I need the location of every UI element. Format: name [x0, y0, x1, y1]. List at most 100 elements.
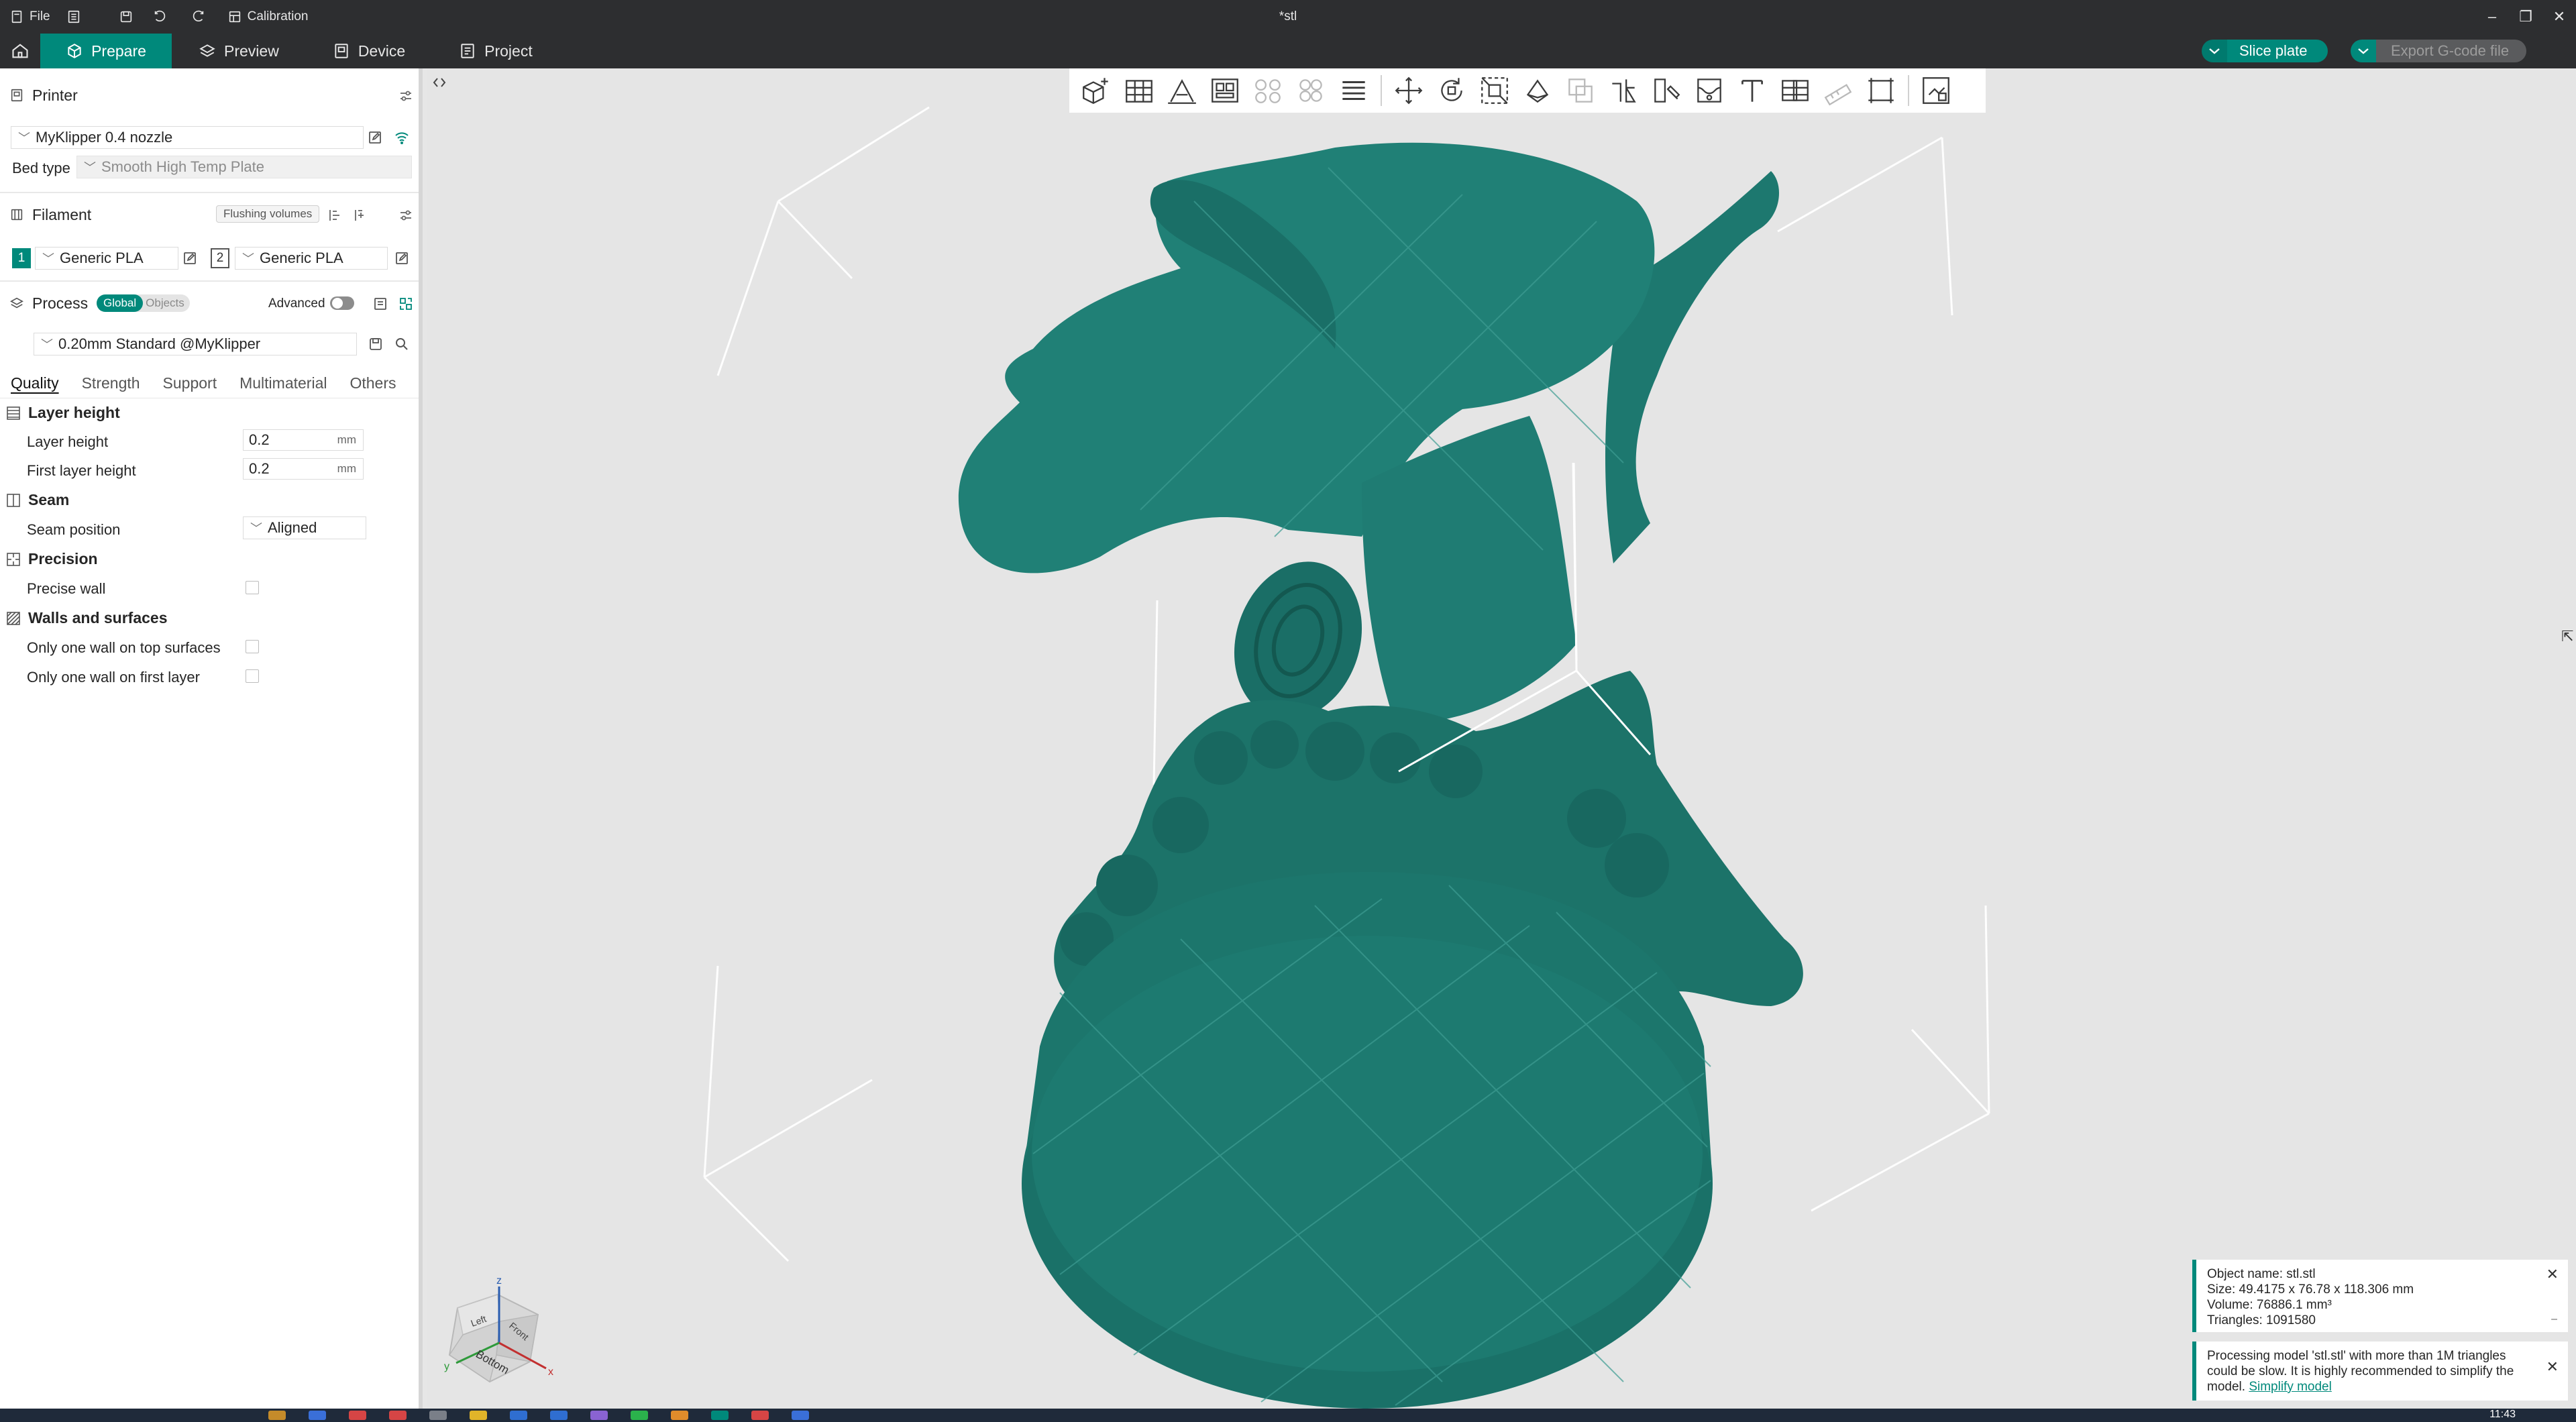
- taskbar-app-icon[interactable]: [268, 1411, 286, 1420]
- redo-button[interactable]: [179, 0, 218, 34]
- bed-type-label: Bed type: [12, 160, 70, 176]
- process-scope-toggle[interactable]: Global Objects: [97, 294, 190, 312]
- taskbar-app-icon[interactable]: [470, 1411, 487, 1420]
- scene[interactable]: [427, 68, 2576, 1409]
- slice-plate-button[interactable]: Slice plate: [2202, 40, 2328, 62]
- filament-2-select[interactable]: ﹀ Generic PLA: [235, 247, 388, 270]
- close-icon[interactable]: ✕: [2546, 1266, 2559, 1282]
- precise-wall-checkbox[interactable]: [246, 581, 259, 594]
- filament-slot-2-badge[interactable]: 2: [211, 248, 229, 268]
- first-layer-wall-checkbox[interactable]: [246, 669, 259, 683]
- rotate-icon[interactable]: [1430, 69, 1473, 112]
- tab-preview[interactable]: Preview: [172, 34, 306, 68]
- filament-slot-1-badge[interactable]: 1: [12, 248, 31, 268]
- global-option[interactable]: Global: [97, 294, 144, 312]
- seam-paint-icon[interactable]: [1688, 69, 1731, 112]
- slice-dropdown-icon[interactable]: [2202, 40, 2227, 62]
- layer-height-input[interactable]: 0.2 mm: [243, 429, 364, 451]
- restore-icon[interactable]: ❐: [2509, 0, 2542, 34]
- edit-printer-icon[interactable]: [365, 127, 385, 148]
- scale-icon[interactable]: [1473, 69, 1516, 112]
- mesh-boolean-icon[interactable]: [1774, 69, 1817, 112]
- menu-button[interactable]: [60, 0, 88, 34]
- measure-icon[interactable]: [1817, 69, 1860, 112]
- tab-device[interactable]: Device: [306, 34, 432, 68]
- auto-orient-icon[interactable]: [1161, 69, 1203, 112]
- assembly-icon[interactable]: [1860, 69, 1902, 112]
- tab-others[interactable]: Others: [338, 374, 407, 392]
- boolean-icon[interactable]: [1559, 69, 1602, 112]
- variable-layer-icon[interactable]: [1332, 69, 1375, 112]
- edit-filament-1-icon[interactable]: [180, 248, 200, 268]
- export-gcode-button[interactable]: Export G-code file: [2351, 40, 2527, 62]
- taskbar-app-icon[interactable]: [711, 1411, 729, 1420]
- taskbar-app-icon[interactable]: [671, 1411, 688, 1420]
- process-settings-icon[interactable]: [396, 294, 416, 314]
- filament-settings-icon[interactable]: [396, 205, 416, 225]
- tab-project[interactable]: Project: [432, 34, 559, 68]
- bed-type-select[interactable]: ﹀ Smooth High Temp Plate: [76, 156, 412, 178]
- filament-1-select[interactable]: ﹀ Generic PLA: [35, 247, 178, 270]
- tab-multimaterial[interactable]: Multimaterial: [228, 374, 338, 392]
- compare-icon[interactable]: [370, 294, 390, 314]
- taskbar-app-icon[interactable]: [751, 1411, 769, 1420]
- cut-icon[interactable]: [1602, 69, 1645, 112]
- undo-button[interactable]: [140, 0, 179, 34]
- remove-filament-icon[interactable]: [325, 205, 345, 225]
- support-paint-icon[interactable]: [1645, 69, 1688, 112]
- objects-option[interactable]: Objects: [143, 294, 190, 312]
- advanced-toggle[interactable]: [330, 296, 354, 310]
- seam-position-select[interactable]: ﹀ Aligned: [243, 516, 366, 539]
- taskbar-app-icon[interactable]: [389, 1411, 407, 1420]
- search-icon[interactable]: [392, 334, 412, 354]
- taskbar-app-icon[interactable]: [550, 1411, 568, 1420]
- file-menu[interactable]: File: [0, 0, 60, 34]
- assemble-view-icon[interactable]: [1915, 69, 1957, 112]
- taskbar-app-icon[interactable]: [510, 1411, 527, 1420]
- collapse-sidebar-icon[interactable]: [429, 72, 449, 93]
- tab-support[interactable]: Support: [152, 374, 229, 392]
- redo-icon: [193, 10, 203, 22]
- taskbar-app-icon[interactable]: [349, 1411, 366, 1420]
- first-layer-height-input[interactable]: 0.2 mm: [243, 458, 364, 480]
- tab-strength[interactable]: Strength: [70, 374, 152, 392]
- add-filament-icon[interactable]: [350, 205, 370, 225]
- close-icon[interactable]: ✕: [2542, 0, 2576, 34]
- close-icon[interactable]: ✕: [2546, 1359, 2559, 1374]
- minimize-icon[interactable]: –: [2551, 1311, 2557, 1327]
- move-icon[interactable]: [1387, 69, 1430, 112]
- minimize-icon[interactable]: –: [2475, 0, 2509, 34]
- taskbar-app-icon[interactable]: [590, 1411, 608, 1420]
- calibration-menu[interactable]: Calibration: [218, 0, 318, 34]
- text-icon[interactable]: [1731, 69, 1774, 112]
- printer-settings-icon[interactable]: [396, 86, 416, 106]
- save-preset-icon[interactable]: [366, 334, 386, 354]
- taskbar-app-icon[interactable]: [792, 1411, 809, 1420]
- flushing-volumes-button[interactable]: Flushing volumes: [216, 205, 320, 223]
- process-preset-select[interactable]: ﹀ 0.20mm Standard @MyKlipper: [34, 333, 357, 356]
- lay-on-face-icon[interactable]: [1516, 69, 1559, 112]
- arrange-icon[interactable]: [1203, 69, 1246, 112]
- 3d-viewport[interactable]: [427, 68, 2576, 1409]
- split-objects-icon[interactable]: [1246, 69, 1289, 112]
- taskbar-app-icon[interactable]: [631, 1411, 648, 1420]
- view-cube[interactable]: z x y Left Front Bottom: [429, 1268, 564, 1402]
- taskbar-app-icon[interactable]: [309, 1411, 326, 1420]
- tab-quality[interactable]: Quality: [0, 374, 70, 392]
- printer-preset-select[interactable]: ﹀ MyKlipper 0.4 nozzle: [11, 126, 364, 149]
- taskbar-app-icon[interactable]: [429, 1411, 447, 1420]
- taskbar-clock: 11:43: [2489, 1409, 2516, 1420]
- save-button[interactable]: [112, 0, 140, 34]
- add-plate-icon[interactable]: [1118, 69, 1161, 112]
- home-button[interactable]: [0, 34, 40, 68]
- tab-preview-label: Preview: [224, 42, 279, 60]
- edit-filament-2-icon[interactable]: [392, 248, 412, 268]
- export-dropdown-icon[interactable]: [2351, 40, 2376, 62]
- wifi-icon[interactable]: [392, 127, 412, 148]
- tab-prepare[interactable]: Prepare: [40, 34, 172, 68]
- split-parts-icon[interactable]: [1289, 69, 1332, 112]
- stl-model[interactable]: [958, 142, 1803, 1409]
- top-wall-checkbox[interactable]: [246, 640, 259, 653]
- simplify-model-link[interactable]: Simplify model: [2249, 1380, 2332, 1394]
- add-object-icon[interactable]: [1075, 69, 1118, 112]
